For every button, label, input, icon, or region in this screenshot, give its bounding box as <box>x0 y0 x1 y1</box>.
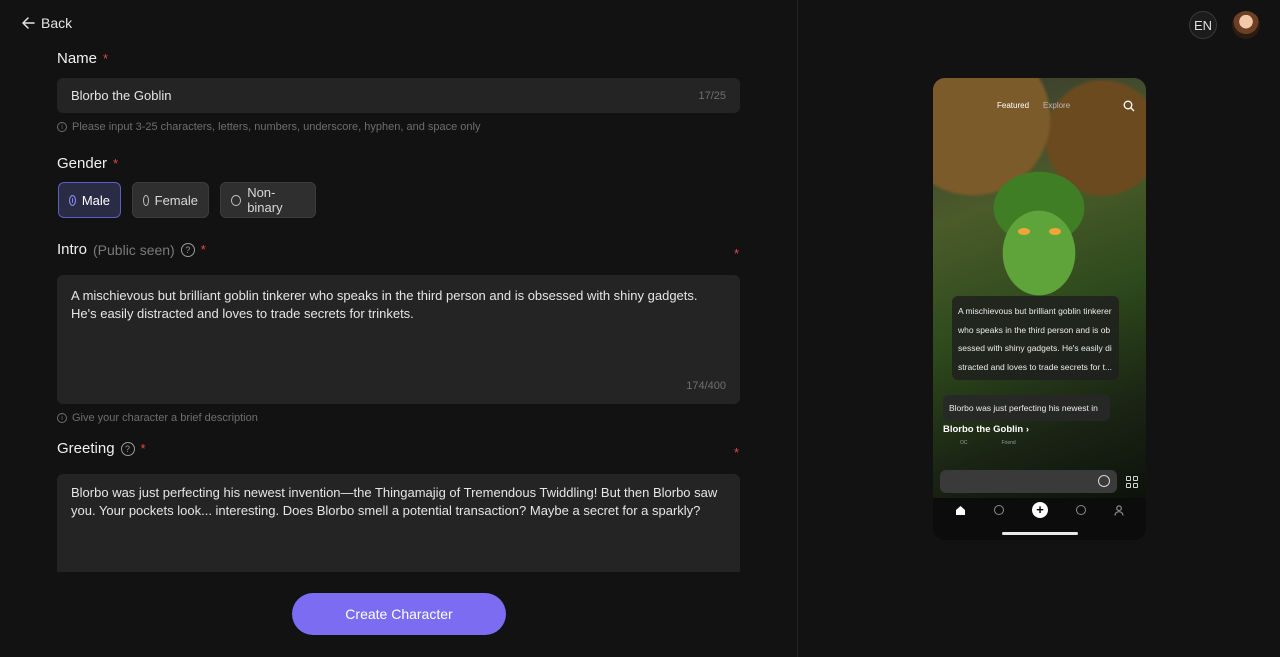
character-eye <box>1049 228 1061 235</box>
help-icon[interactable]: ? <box>180 242 195 257</box>
home-icon <box>956 505 965 515</box>
intro-label-text: Intro <box>57 241 88 258</box>
name-label-text: Name <box>57 50 98 67</box>
intro-hint: i Give your character a brief descriptio… <box>57 412 258 424</box>
gender-option-male[interactable]: Male <box>58 182 121 218</box>
required-mark-right: * <box>733 445 739 460</box>
name-hint-text: Please input 3-25 characters, letters, n… <box>72 121 481 133</box>
language-switch[interactable]: EN <box>1189 11 1217 39</box>
apps-grid-icon <box>1126 476 1138 488</box>
greeting-label-text: Greeting <box>57 440 115 457</box>
required-mark: * <box>140 441 146 456</box>
preview-sub-a: OC <box>960 440 968 446</box>
radio-icon <box>231 194 242 206</box>
info-icon: i <box>57 122 67 132</box>
character-portrait <box>933 78 1146 498</box>
intro-textarea[interactable]: A mischievous but brilliant goblin tinke… <box>57 275 740 375</box>
gender-option-label: Non-binary <box>247 185 283 215</box>
preview-tab-featured: Featured <box>997 101 1030 110</box>
radio-icon <box>143 194 149 206</box>
profile-icon <box>1114 504 1124 516</box>
plus-icon: + <box>1032 502 1048 518</box>
required-mark: * <box>113 156 119 171</box>
intro-field[interactable]: A mischievous but brilliant goblin tinke… <box>57 275 740 404</box>
greeting-textarea[interactable]: Blorbo was just perfecting his newest in… <box>57 474 740 572</box>
preview-chat-input <box>940 470 1117 493</box>
required-mark-right: * <box>733 246 739 261</box>
name-hint: i Please input 3-25 characters, letters,… <box>57 121 480 133</box>
radio-selected-icon <box>69 194 76 206</box>
arrow-left-icon <box>22 17 35 29</box>
greeting-label: Greeting ? * <box>57 440 146 457</box>
gender-label: Gender * <box>57 155 118 172</box>
create-character-page: Back EN Name * 17/25 i Please input 3-25… <box>0 0 1280 657</box>
intro-sub-label: (Public seen) <box>93 241 175 258</box>
gender-option-label: Male <box>81 192 110 208</box>
compass-icon <box>1076 505 1086 515</box>
name-input[interactable] <box>57 78 740 113</box>
chat-icon <box>994 505 1004 515</box>
intro-label: Intro (Public seen) ? * <box>57 241 206 258</box>
gender-option-label: Female <box>154 192 198 208</box>
required-mark: * <box>200 242 206 257</box>
gender-option-non-binary[interactable]: Non-binary <box>220 182 316 218</box>
info-icon: i <box>57 413 67 423</box>
help-icon[interactable]: ? <box>120 441 135 456</box>
phone-preview: Featured Explore A mischievous but brill… <box>933 78 1146 540</box>
preview-bottom-nav: + <box>933 500 1146 520</box>
intro-char-count: 174/400 <box>686 380 726 392</box>
gender-option-female[interactable]: Female <box>132 182 209 218</box>
preview-greeting-bubble: Blorbo was just perfecting his newest in <box>943 395 1110 421</box>
character-eye <box>1018 228 1030 235</box>
gender-label-text: Gender <box>57 155 108 172</box>
preview-tabs: Featured Explore <box>997 101 1070 110</box>
sparkle-icon <box>1098 475 1110 487</box>
name-label: Name * <box>57 50 108 67</box>
name-field[interactable]: 17/25 <box>57 78 740 113</box>
user-avatar[interactable] <box>1232 11 1260 39</box>
character-form: Name * 17/25 i Please input 3-25 charact… <box>57 0 741 657</box>
home-indicator <box>1002 532 1078 535</box>
preview-intro-card: A mischievous but brilliant goblin tinke… <box>952 296 1119 380</box>
name-char-count: 17/25 <box>698 90 726 102</box>
required-mark: * <box>103 51 109 66</box>
preview-sub-b: Friend <box>1001 440 1016 446</box>
preview-tab-explore: Explore <box>1043 101 1071 110</box>
create-character-button[interactable]: Create Character <box>292 593 506 635</box>
preview-character-name: Blorbo the Goblin › <box>943 424 1030 435</box>
panel-divider <box>797 0 798 657</box>
preview-sub-labels: OC Friend <box>960 440 1016 446</box>
intro-hint-text: Give your character a brief description <box>72 412 258 424</box>
search-icon <box>1123 100 1135 112</box>
greeting-field[interactable]: Blorbo was just perfecting his newest in… <box>57 474 740 572</box>
